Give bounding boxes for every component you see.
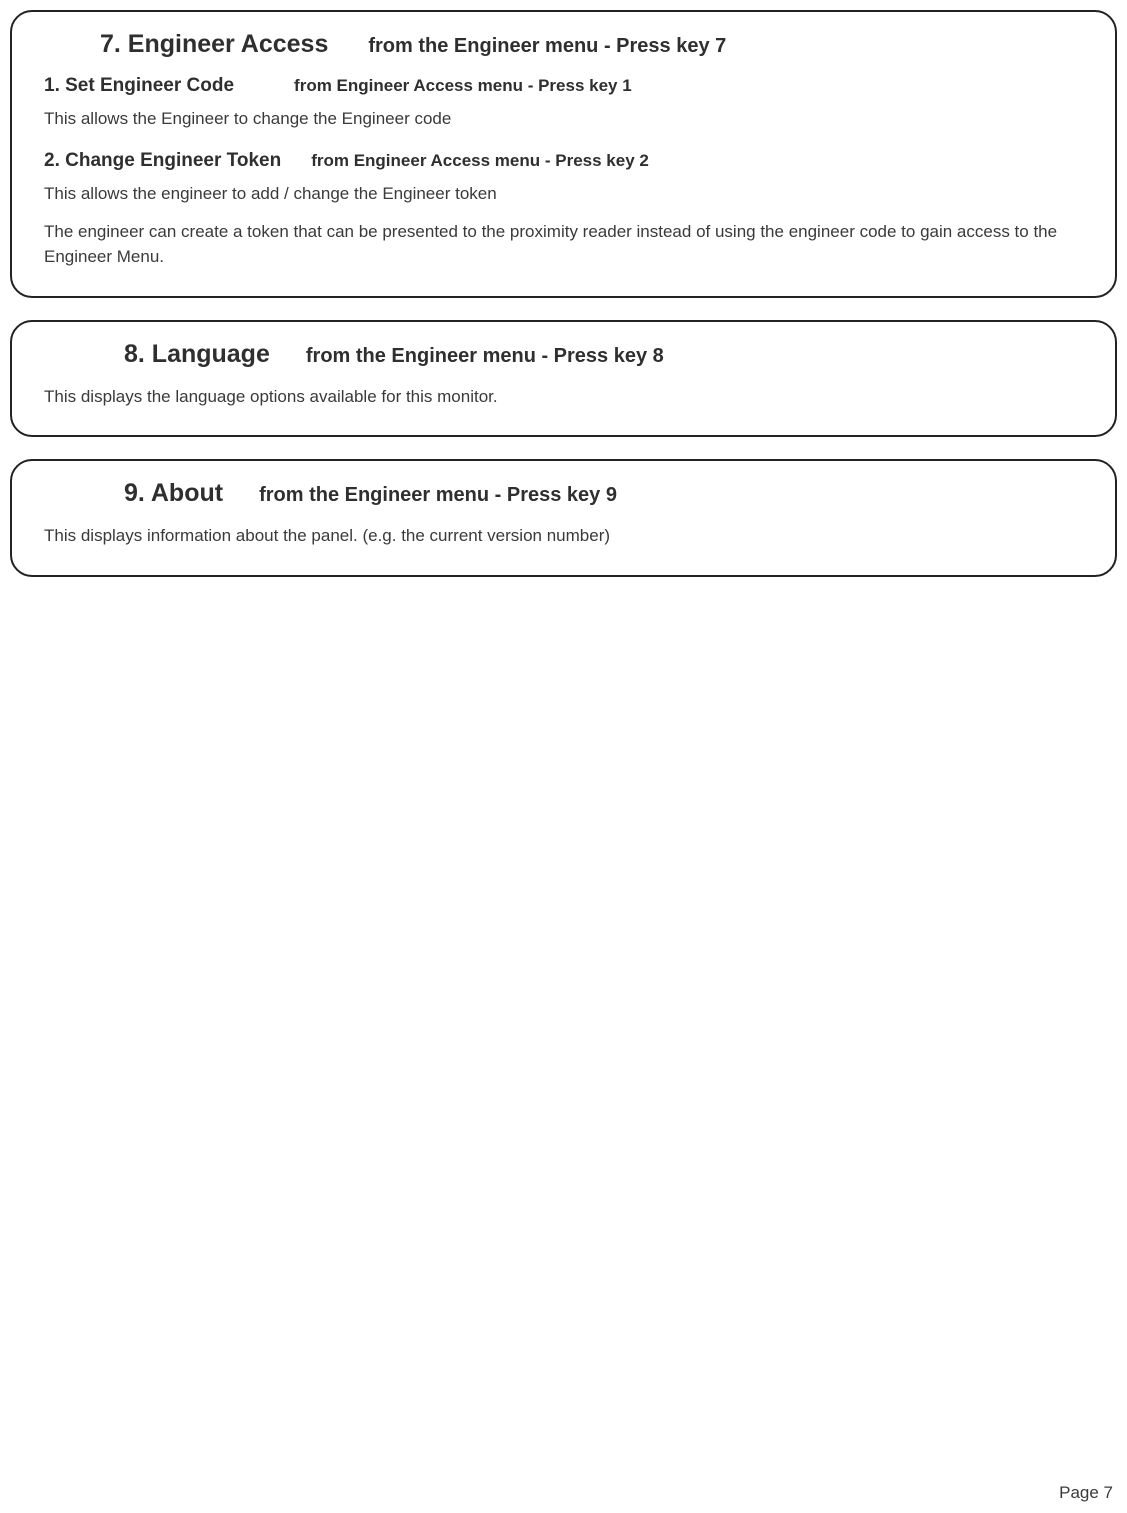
subsection-7-1-title: 1. Set Engineer Code <box>44 75 234 97</box>
section-9-title: 9. About <box>124 479 223 508</box>
subsection-7-2-instruction: from Engineer Access menu - Press key 2 <box>311 151 649 171</box>
subsection-7-2-title: 2. Change Engineer Token <box>44 150 281 172</box>
subsection-7-1-instruction: from Engineer Access menu - Press key 1 <box>294 76 632 96</box>
section-9-body: This displays information about the pane… <box>44 524 1093 549</box>
section-8-body: This displays the language options avail… <box>44 385 1093 410</box>
subsection-7-2-body-2: The engineer can create a token that can… <box>44 220 1093 269</box>
section-9-header: 9. About from the Engineer menu - Press … <box>124 479 1093 508</box>
section-8-instruction: from the Engineer menu - Press key 8 <box>306 345 664 368</box>
section-about: 9. About from the Engineer menu - Press … <box>10 459 1117 577</box>
subsection-7-1-header: 1. Set Engineer Code from Engineer Acces… <box>44 75 1093 97</box>
section-7-instruction: from the Engineer menu - Press key 7 <box>368 35 726 58</box>
section-8-title: 8. Language <box>124 340 270 369</box>
section-engineer-access: 7. Engineer Access from the Engineer men… <box>10 10 1117 298</box>
page-number: Page 7 <box>1059 1483 1113 1503</box>
subsection-7-1-body: This allows the Engineer to change the E… <box>44 107 1093 132</box>
section-7-title: 7. Engineer Access <box>100 30 328 59</box>
subsection-7-2-body-1: This allows the engineer to add / change… <box>44 182 1093 207</box>
section-9-instruction: from the Engineer menu - Press key 9 <box>259 484 617 507</box>
section-8-header: 8. Language from the Engineer menu - Pre… <box>124 340 1093 369</box>
subsection-7-2-header: 2. Change Engineer Token from Engineer A… <box>44 150 1093 172</box>
section-language: 8. Language from the Engineer menu - Pre… <box>10 320 1117 438</box>
section-7-header: 7. Engineer Access from the Engineer men… <box>100 30 1093 59</box>
